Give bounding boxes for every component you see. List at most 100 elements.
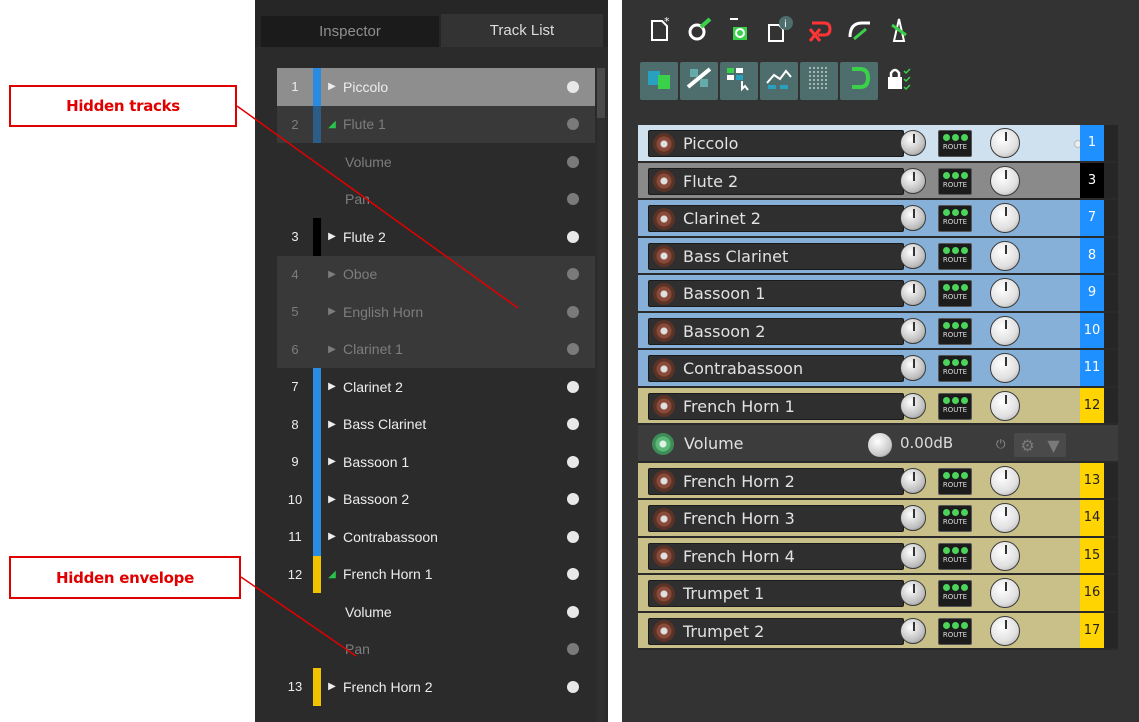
volume-knob[interactable]: [900, 280, 926, 306]
route-button[interactable]: ROUTE: [938, 130, 972, 157]
record-arm-icon[interactable]: [653, 170, 675, 192]
track-list-scrollbar[interactable]: [597, 68, 605, 722]
track-list-item[interactable]: 6 ▶ Clarinet 1: [277, 330, 595, 368]
visibility-dot-icon[interactable]: [567, 230, 579, 243]
lock-button[interactable]: [880, 62, 918, 100]
tcp-track-row[interactable]: Trumpet 2 ROUTE 17: [638, 612, 1118, 650]
collapsed-triangle-icon[interactable]: ▶: [321, 269, 343, 280]
pan-knob[interactable]: [990, 240, 1020, 271]
undo-button[interactable]: [800, 14, 838, 52]
envelope-points-button[interactable]: [760, 62, 798, 100]
pan-knob[interactable]: [990, 615, 1020, 646]
envelope-list-item[interactable]: Volume: [277, 593, 595, 631]
route-button[interactable]: ROUTE: [938, 355, 972, 382]
visibility-dot-icon[interactable]: [567, 305, 579, 318]
project-info-button[interactable]: i: [760, 14, 798, 52]
route-button[interactable]: ROUTE: [938, 580, 972, 607]
track-name-box[interactable]: Trumpet 1: [648, 580, 904, 607]
grid-lines-button[interactable]: [800, 62, 838, 100]
ripple-edit-button[interactable]: [680, 62, 718, 100]
volume-knob[interactable]: [900, 130, 926, 156]
track-list-item[interactable]: 7 ▶ Clarinet 2: [277, 368, 595, 406]
envelope-lane[interactable]: Volume 0.00dB ⏻ ⚙ ▼: [638, 425, 1118, 463]
collapsed-triangle-icon[interactable]: ▶: [321, 381, 343, 392]
track-name-box[interactable]: Bassoon 1: [648, 280, 904, 307]
visibility-dot-icon[interactable]: [567, 680, 579, 693]
pan-knob[interactable]: [990, 278, 1020, 308]
visibility-dot-icon[interactable]: [567, 605, 579, 618]
record-arm-icon[interactable]: [653, 132, 675, 155]
pan-knob[interactable]: [990, 503, 1020, 533]
pan-knob[interactable]: [990, 128, 1020, 158]
track-name-box[interactable]: Bass Clarinet: [648, 242, 904, 270]
volume-knob[interactable]: [900, 392, 926, 419]
collapsed-triangle-icon[interactable]: ▶: [321, 681, 343, 692]
tcp-track-row[interactable]: Bassoon 2 ROUTE 10: [638, 312, 1118, 350]
collapsed-triangle-icon[interactable]: ▶: [321, 306, 343, 317]
record-arm-icon[interactable]: [653, 357, 675, 380]
route-button[interactable]: ROUTE: [938, 505, 972, 532]
route-button[interactable]: ROUTE: [938, 542, 972, 570]
volume-knob[interactable]: [900, 317, 926, 344]
track-name-box[interactable]: Bassoon 2: [648, 317, 904, 345]
tcp-track-row[interactable]: Bass Clarinet ROUTE 8: [638, 237, 1118, 275]
track-list-item[interactable]: 11 ▶ Contrabassoon: [277, 518, 595, 556]
open-project-button[interactable]: [720, 14, 758, 52]
tcp-track-row[interactable]: French Horn 2 ROUTE 13: [638, 462, 1118, 500]
snap-button[interactable]: [640, 62, 678, 100]
route-button[interactable]: ROUTE: [938, 205, 972, 232]
loop-button[interactable]: [840, 62, 878, 100]
envelope-list-item[interactable]: Pan: [277, 631, 595, 669]
envelope-options-button[interactable]: ⚙ ▼: [1014, 433, 1066, 457]
collapsed-triangle-icon[interactable]: ▶: [321, 344, 343, 355]
tcp-track-row[interactable]: French Horn 1 ROUTE 12: [638, 387, 1118, 425]
redo-button[interactable]: [840, 14, 878, 52]
pan-knob[interactable]: [990, 203, 1020, 233]
pan-knob[interactable]: [990, 578, 1020, 608]
track-list-item[interactable]: 13 ▶ French Horn 2: [277, 668, 595, 706]
track-name-box[interactable]: Clarinet 2: [648, 205, 904, 232]
record-arm-icon[interactable]: [653, 507, 675, 530]
route-button[interactable]: ROUTE: [938, 242, 972, 270]
visibility-dot-icon[interactable]: [567, 530, 579, 543]
power-icon[interactable]: ⏻: [996, 437, 1006, 452]
expanded-triangle-icon[interactable]: ◢: [321, 119, 343, 130]
record-arm-icon[interactable]: [653, 207, 675, 230]
visibility-dot-icon[interactable]: [567, 155, 579, 168]
route-button[interactable]: ROUTE: [938, 167, 972, 195]
metronome-button[interactable]: [880, 14, 918, 52]
route-button[interactable]: ROUTE: [938, 317, 972, 345]
tcp-track-row[interactable]: Flute 2 ROUTE 3: [638, 162, 1118, 200]
route-button[interactable]: ROUTE: [938, 467, 972, 495]
record-arm-icon[interactable]: [653, 320, 675, 342]
route-button[interactable]: ROUTE: [938, 280, 972, 307]
tcp-track-row[interactable]: Trumpet 1 ROUTE 16: [638, 575, 1118, 613]
track-list-item[interactable]: 4 ▶ Oboe: [277, 255, 595, 293]
track-list-item[interactable]: 3 ▶ Flute 2: [277, 218, 595, 256]
tcp-track-row[interactable]: Clarinet 2 ROUTE 7: [638, 200, 1118, 238]
track-name-box[interactable]: Piccolo: [648, 130, 904, 157]
record-arm-icon[interactable]: [653, 582, 675, 605]
visibility-dot-icon[interactable]: [567, 455, 579, 468]
new-project-button[interactable]: *: [640, 14, 678, 52]
save-project-button[interactable]: [680, 14, 718, 52]
track-name-box[interactable]: French Horn 4: [648, 542, 904, 570]
track-list-item[interactable]: 9 ▶ Bassoon 1: [277, 443, 595, 481]
pan-knob[interactable]: [990, 165, 1020, 196]
envelope-list-item[interactable]: Volume: [277, 143, 595, 181]
envelope-arm-icon[interactable]: [652, 433, 674, 455]
record-arm-icon[interactable]: [653, 395, 675, 417]
tcp-track-row[interactable]: Contrabassoon ROUTE 11: [638, 350, 1118, 388]
tcp-track-row[interactable]: Piccolo ROUTE 1: [638, 125, 1118, 163]
track-name-box[interactable]: French Horn 3: [648, 505, 904, 532]
tab-inspector[interactable]: Inspector: [261, 16, 439, 47]
record-arm-icon[interactable]: [653, 245, 675, 267]
track-name-box[interactable]: Flute 2: [648, 167, 904, 195]
track-name-box[interactable]: Contrabassoon: [648, 355, 904, 382]
track-name-box[interactable]: French Horn 1: [648, 392, 904, 420]
collapsed-triangle-icon[interactable]: ▶: [321, 231, 343, 242]
volume-knob[interactable]: [900, 505, 926, 531]
record-arm-icon[interactable]: [653, 545, 675, 567]
track-list-item[interactable]: 8 ▶ Bass Clarinet: [277, 405, 595, 443]
track-list-item[interactable]: 2 ◢ Flute 1: [277, 105, 595, 143]
